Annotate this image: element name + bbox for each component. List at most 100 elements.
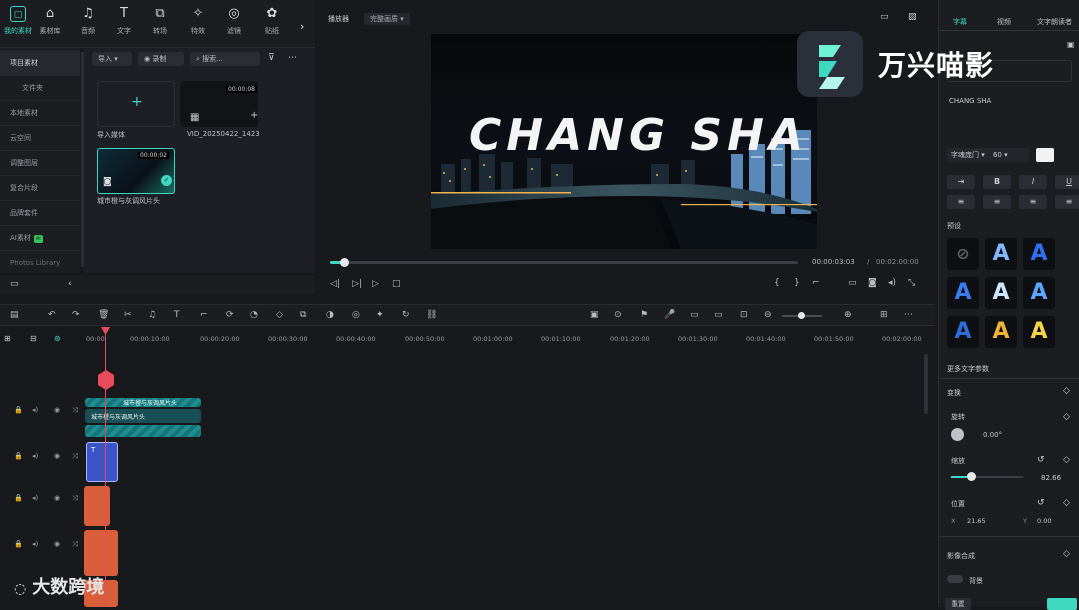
marker-icon[interactable]: ⚑ xyxy=(640,310,648,320)
more-icon[interactable]: ⋯ xyxy=(904,310,913,320)
rotate-dial[interactable] xyxy=(951,428,964,441)
more-params-label[interactable]: 更多文字参数 xyxy=(947,364,989,374)
mark-out-icon[interactable]: } xyxy=(794,278,800,288)
more-icon[interactable]: ⋯ xyxy=(288,53,297,63)
folder-add-icon[interactable]: ▭ xyxy=(10,279,19,289)
sidebar-item-brand-kit[interactable]: 品牌套件 xyxy=(0,200,80,225)
align-left-icon[interactable]: ≡ xyxy=(947,195,975,209)
tab-my-media[interactable]: ▢ 我的素材 xyxy=(0,4,36,44)
keyframe-icon[interactable]: ◇ xyxy=(1063,412,1070,422)
progress-knob[interactable] xyxy=(340,258,350,267)
magnet-icon[interactable]: ⊛ xyxy=(54,334,61,343)
title-clip[interactable]: 城市橙与灰调风片头 xyxy=(85,409,201,423)
preset-style[interactable]: A xyxy=(1023,277,1055,309)
sidebar-scrollbar[interactable] xyxy=(81,52,84,267)
playhead[interactable] xyxy=(105,329,106,607)
eye-icon[interactable]: ◉ xyxy=(54,494,60,502)
volume-icon[interactable]: ◂) xyxy=(32,452,38,460)
save-icon[interactable]: ▣ xyxy=(1067,40,1075,49)
align-right-icon[interactable]: ≡ xyxy=(1019,195,1047,209)
align-center-icon[interactable]: ≡ xyxy=(983,195,1011,209)
screen-icon[interactable]: ▭ xyxy=(714,310,723,320)
no-preset-icon[interactable]: ⊘ xyxy=(947,238,979,270)
delete-icon[interactable]: 🗑 xyxy=(98,310,109,320)
keyframe-icon[interactable]: ◇ xyxy=(1063,498,1070,508)
stop-icon[interactable]: □ xyxy=(392,279,401,289)
fit-icon[interactable]: ⌐ xyxy=(812,278,820,288)
image-icon[interactable]: ▨ xyxy=(908,12,917,22)
speed-icon[interactable]: ⟳ xyxy=(226,310,234,320)
playback-progress[interactable] xyxy=(330,258,798,267)
sidebar-item-project-media[interactable]: 项目素材 xyxy=(0,50,80,75)
fx-icon[interactable]: ⤨ xyxy=(72,452,78,461)
bold-button[interactable]: B xyxy=(983,175,1011,189)
font-select[interactable]: 字魂庞门 ▾ 60 ▾ xyxy=(947,148,1029,162)
grid-icon[interactable]: ⊞ xyxy=(880,310,888,320)
transition-icon[interactable]: ⧉ xyxy=(300,310,306,320)
tab-video[interactable]: 视频 xyxy=(997,17,1011,27)
fx-icon[interactable]: ⤨ xyxy=(72,540,78,549)
effect-clip[interactable] xyxy=(84,530,118,576)
tab-transition[interactable]: ⧉ 转场 xyxy=(142,4,178,44)
add-track-icon[interactable]: ⊞ xyxy=(4,334,11,343)
video-preview[interactable]: CHANG SHA xyxy=(431,34,817,249)
scale-slider-knob[interactable] xyxy=(967,472,976,481)
layout-icon[interactable]: ▤ xyxy=(10,310,19,320)
scale-value[interactable]: 82.66 xyxy=(1041,474,1061,482)
color-icon[interactable]: ◔ xyxy=(250,310,258,320)
play-icon[interactable]: ▷ xyxy=(372,279,379,289)
import-button[interactable]: 导入 ▾ xyxy=(92,52,132,66)
eye-icon[interactable]: ◉ xyxy=(54,452,60,460)
sidebar-item-folder[interactable]: 文件夹 xyxy=(0,75,80,100)
fx-icon[interactable]: ⤨ xyxy=(72,406,78,415)
ok-button[interactable] xyxy=(1047,598,1077,610)
stabilize-icon[interactable]: ◎ xyxy=(352,310,360,320)
zoom-in-icon[interactable]: ⊕ xyxy=(844,310,852,320)
tab-text-to-speech[interactable]: 文字朗读者 xyxy=(1037,17,1072,27)
lock-icon[interactable]: 🔒 xyxy=(14,406,23,414)
timeline-scrollbar[interactable] xyxy=(924,354,928,414)
preset-style[interactable]: A xyxy=(1023,238,1055,270)
snapshot-icon[interactable]: ▭ xyxy=(880,12,889,22)
text-content[interactable]: CHANG SHA xyxy=(949,97,991,105)
keyframe-icon[interactable]: ◇ xyxy=(1063,386,1070,396)
title-clip-effect[interactable] xyxy=(85,425,201,437)
tab-stickers[interactable]: ✿ 贴纸 xyxy=(254,4,290,44)
preset-style[interactable]: A xyxy=(985,316,1017,348)
preset-style[interactable]: A xyxy=(985,238,1017,270)
font-color-swatch[interactable] xyxy=(1036,148,1054,162)
sidebar-item-cloud[interactable]: 云空间 xyxy=(0,125,80,150)
underline-button[interactable]: U xyxy=(1055,175,1079,189)
lock-icon[interactable]: 🔒 xyxy=(14,494,23,502)
monitor-icon[interactable]: ▭ xyxy=(848,278,857,288)
subtitle-icon[interactable]: ▭ xyxy=(690,310,699,320)
fx-icon[interactable]: ⤨ xyxy=(72,494,78,503)
reset-icon[interactable]: ↺ xyxy=(1037,498,1045,508)
record-button[interactable]: ◉ 录制 xyxy=(138,52,184,66)
reset-button[interactable]: 重置 xyxy=(945,598,971,610)
align-icon[interactable]: ⇥ xyxy=(947,175,975,189)
preset-style[interactable]: A xyxy=(947,316,979,348)
preset-style[interactable]: A xyxy=(1023,316,1055,348)
rotate-icon[interactable]: ↻ xyxy=(402,310,410,320)
sidebar-item-photos-library[interactable]: Photos Library xyxy=(0,250,80,275)
mask-icon[interactable]: ◑ xyxy=(326,310,334,320)
preset-style[interactable]: A xyxy=(947,277,979,309)
lock-icon[interactable]: 🔒 xyxy=(14,452,23,460)
sidebar-item-adjustment-layer[interactable]: 调整图层 xyxy=(0,150,80,175)
sidebar-item-ai-media[interactable]: AI素材 AI xyxy=(0,225,80,250)
sidebar-item-compound-clip[interactable]: 复合片段 xyxy=(0,175,80,200)
tab-effects[interactable]: ✧ 特效 xyxy=(180,4,216,44)
volume-icon[interactable]: ◂) xyxy=(888,278,896,288)
background-toggle[interactable] xyxy=(947,575,963,583)
fit-icon[interactable]: ⊡ xyxy=(740,310,748,320)
snap-icon[interactable]: ⊙ xyxy=(614,310,622,320)
justify-icon[interactable]: ≡ xyxy=(1055,195,1079,209)
chevron-right-icon[interactable]: › xyxy=(300,20,304,33)
split-icon[interactable]: ✂ xyxy=(124,310,132,320)
sidebar-item-local-media[interactable]: 本地素材 xyxy=(0,100,80,125)
pos-y-input[interactable]: 0.00 xyxy=(1037,517,1051,525)
link-icon[interactable]: ⛓ xyxy=(426,310,437,320)
pos-x-input[interactable]: 21.65 xyxy=(967,517,986,525)
filter-icon[interactable]: ⊽ xyxy=(268,53,275,63)
